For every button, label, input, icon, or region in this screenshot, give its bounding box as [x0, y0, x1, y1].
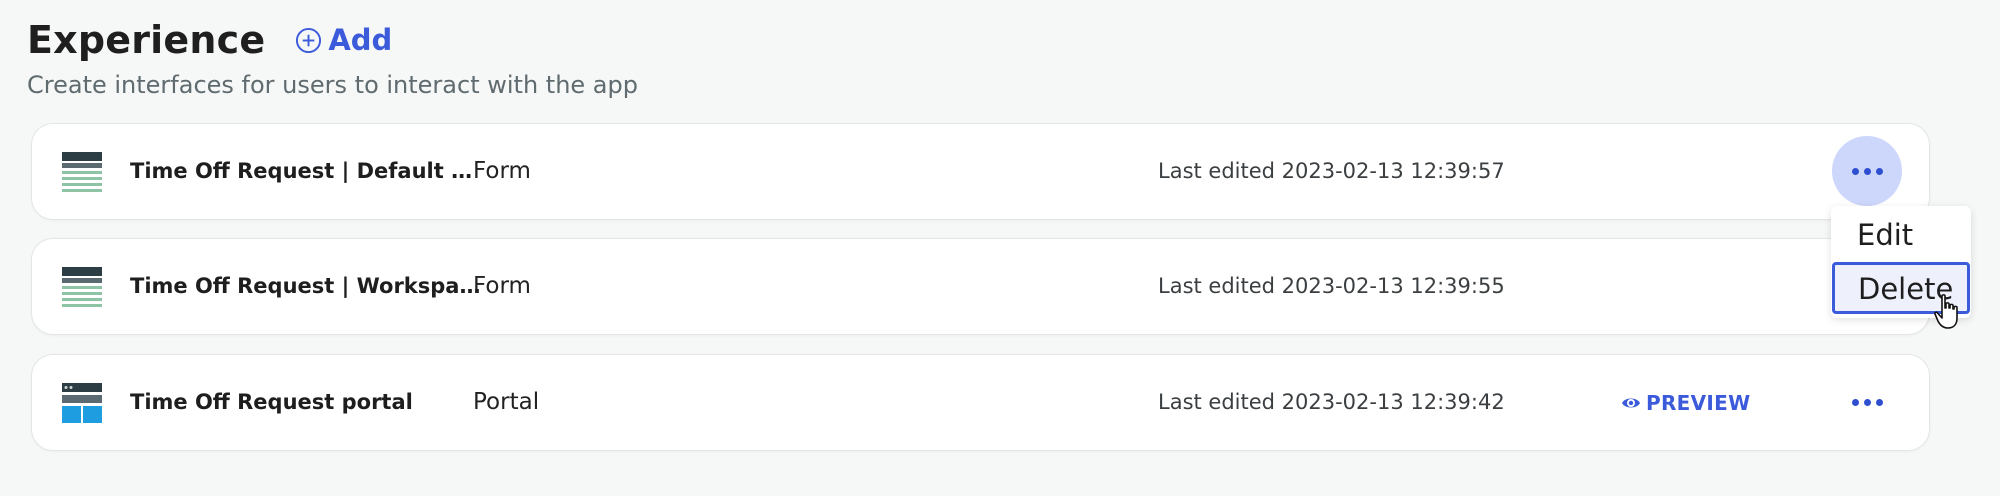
- last-edited: Last edited 2023-02-13 12:39:55: [1158, 274, 1505, 298]
- page-title: Experience: [27, 18, 266, 62]
- more-options-button[interactable]: [1832, 367, 1902, 437]
- experience-type: Form: [473, 273, 531, 299]
- form-table-icon: [62, 267, 102, 307]
- eye-icon: [1622, 398, 1640, 407]
- last-edited: Last edited 2023-02-13 12:39:57: [1158, 159, 1505, 183]
- preview-button[interactable]: PREVIEW: [1621, 355, 1750, 450]
- dot: [1851, 398, 1859, 406]
- dot: [1875, 167, 1883, 175]
- portal-layout-icon: [62, 383, 102, 423]
- header: Experience Add: [27, 18, 392, 62]
- dot: [1863, 398, 1871, 406]
- last-edited: Last edited 2023-02-13 12:39:42: [1158, 390, 1505, 414]
- experience-row[interactable]: Time Off Request | Workspace Form Last e…: [31, 238, 1930, 335]
- experience-row[interactable]: Time Off Request portal Portal Last edit…: [31, 354, 1930, 451]
- experience-type: Form: [473, 158, 531, 184]
- form-table-icon: [62, 152, 102, 192]
- dot: [1863, 167, 1871, 175]
- more-options-button[interactable]: [1832, 136, 1902, 206]
- plus-circle-icon: [296, 27, 322, 53]
- experience-name[interactable]: Time Off Request | Default vi...: [130, 124, 485, 219]
- page-subtitle: Create interfaces for users to interact …: [27, 71, 638, 99]
- add-button[interactable]: Add: [295, 23, 392, 57]
- experience-name[interactable]: Time Off Request | Workspace: [130, 239, 485, 334]
- add-button-label: Add: [328, 23, 393, 57]
- preview-label: PREVIEW: [1646, 390, 1751, 415]
- menu-item-edit[interactable]: Edit: [1831, 210, 1971, 260]
- experience-name[interactable]: Time Off Request portal: [130, 355, 413, 450]
- dot: [1851, 167, 1859, 175]
- hand-cursor-icon: [1934, 294, 1958, 329]
- experience-type: Portal: [473, 389, 540, 415]
- experience-row[interactable]: Time Off Request | Default vi... Form La…: [31, 123, 1930, 220]
- dot: [1875, 398, 1883, 406]
